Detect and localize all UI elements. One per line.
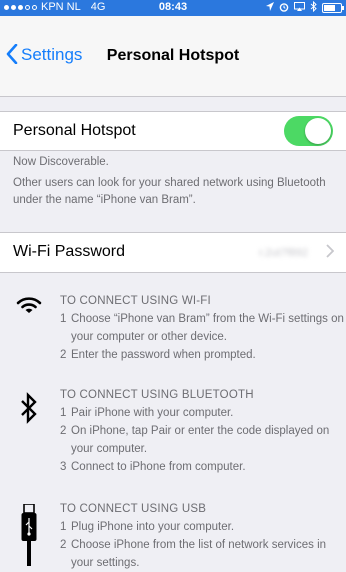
discoverable-description: Other users can look for your shared net…	[13, 177, 326, 206]
chevron-right-icon	[326, 241, 335, 264]
status-icons	[266, 0, 344, 15]
location-icon	[266, 2, 274, 14]
bluetooth-heading: TO CONNECT USING BLUETOOTH	[60, 389, 254, 401]
hotspot-footer: Now Discoverable. Other users can look f…	[13, 154, 343, 209]
discoverable-status: Now Discoverable.	[13, 156, 109, 168]
screen-mirroring-icon	[294, 2, 305, 14]
wifi-password-label: Wi-Fi Password	[13, 243, 126, 260]
usb-step: 2 Choose iPhone from the list of network …	[60, 539, 327, 569]
usb-heading: TO CONNECT USING USB	[60, 503, 207, 515]
navigation-bar: Settings Personal Hotspot	[0, 16, 346, 97]
page-title: Personal Hotspot	[106, 47, 240, 64]
wifi-icon	[14, 294, 44, 316]
wifi-step: 1 Choose “iPhone van Bram” from the Wi-Fi…	[60, 313, 344, 343]
usb-step: 1 Plug iPhone into your computer.	[60, 521, 235, 533]
bluetooth-status-icon	[310, 0, 317, 15]
bluetooth-step: 3 Connect to iPhone from computer.	[60, 461, 246, 473]
hotspot-toggle-cell: Personal Hotspot	[0, 111, 346, 151]
bluetooth-icon	[14, 392, 44, 424]
toggle-knob	[305, 118, 331, 144]
wifi-step: 2 Enter the password when prompted.	[60, 349, 256, 361]
battery-icon	[322, 3, 344, 13]
hotspot-label: Personal Hotspot	[13, 122, 136, 139]
bluetooth-step: 2 On iPhone, tap Pair or enter the code d…	[60, 425, 330, 455]
usb-cable-icon	[14, 504, 44, 566]
bluetooth-step: 1 Pair iPhone with your computer.	[60, 407, 234, 419]
wifi-heading: TO CONNECT USING WI-FI	[60, 295, 211, 307]
alarm-icon	[279, 2, 289, 15]
status-bar: KPN NL 4G 08:43	[0, 0, 346, 16]
wifi-password-value: r.2ut7f892	[259, 247, 308, 259]
wifi-password-cell[interactable]: Wi-Fi Password r.2ut7f892	[0, 232, 346, 273]
hotspot-toggle[interactable]	[284, 116, 333, 146]
